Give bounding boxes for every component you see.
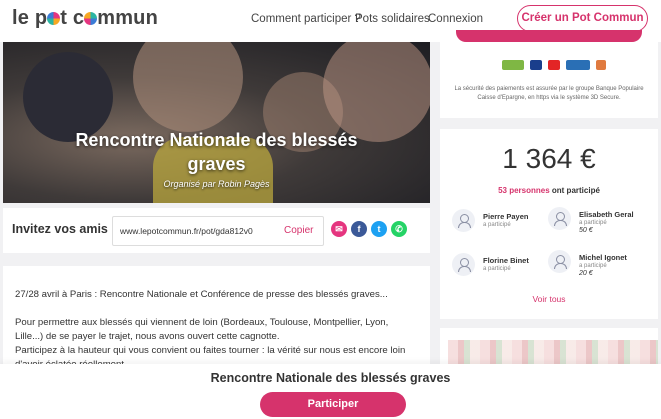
total-amount: 1 364 €: [502, 143, 596, 174]
share-url-text: www.lepotcommun.fr/pot/gda812v0: [120, 226, 253, 236]
participant-item: Michel Igonet a participé 20 €: [548, 250, 648, 280]
hero-figure-shape: [133, 42, 243, 132]
description-paragraph: 27/28 avril à Paris : Rencontre National…: [15, 289, 388, 300]
nav-pots-solidaires[interactable]: Pots solidaires: [355, 13, 430, 25]
hero-banner: Rencontre Nationale des blessés graves O…: [3, 42, 430, 203]
twitter-icon[interactable]: t: [371, 221, 387, 237]
create-pot-button[interactable]: Créer un Pot Commun: [517, 5, 648, 32]
sticky-participate-bar: Rencontre Nationale des blessés graves P…: [0, 364, 661, 419]
participant-item: Pierre Payen a participé: [452, 209, 552, 239]
invite-label: Invitez vos amis: [12, 222, 108, 236]
payment-security-text: La sécurité des paiements est assurée pa…: [454, 86, 644, 101]
participant-item: Elisabeth Geral a participé 50 €: [548, 207, 648, 237]
see-all-link[interactable]: Voir tous: [440, 294, 658, 304]
participant-status: a participé: [483, 222, 511, 228]
pot-description: 27/28 avril à Paris : Rencontre National…: [3, 266, 430, 376]
logo-o-icon: [47, 12, 61, 25]
participant-name: Elisabeth Geral: [579, 210, 634, 219]
user-avatar-icon: [548, 250, 571, 273]
lydia-logo-icon: [502, 60, 524, 70]
facebook-icon[interactable]: f: [351, 221, 367, 237]
email-icon[interactable]: ✉: [331, 221, 347, 237]
participant-status: a participé: [579, 220, 607, 226]
participant-status: a participé: [483, 266, 511, 272]
share-url-field[interactable]: www.lepotcommun.fr/pot/gda812v0 Copier: [112, 216, 324, 246]
participant-name: Pierre Payen: [483, 212, 529, 221]
participant-count-suffix: ont participé: [549, 186, 600, 195]
nav-comment-participer[interactable]: Comment participer ?: [251, 13, 361, 25]
user-avatar-icon: [452, 253, 475, 276]
sticky-pot-title: Rencontre Nationale des blessés graves: [210, 371, 451, 385]
bank-logo-icon: [596, 60, 606, 70]
participant-name: Michel Igonet: [579, 253, 627, 262]
payment-security-card: La sécurité des paiements est assurée pa…: [440, 30, 658, 118]
site-logo[interactable]: le pt c mmun: [12, 7, 158, 30]
payment-logos: [502, 60, 606, 70]
pot-organizer: Organisé par Robin Pagès: [163, 179, 270, 189]
mastercard-logo-icon: [548, 60, 560, 70]
participant-status: a participé: [579, 263, 607, 269]
whatsapp-icon[interactable]: ✆: [391, 221, 407, 237]
participant-amount: 50 €: [579, 227, 593, 234]
decoration-card: [440, 328, 658, 368]
total-card: 1 364 € 53 personnes ont participé Pierr…: [440, 129, 658, 319]
pay-button-edge[interactable]: [456, 30, 642, 42]
pot-title: Rencontre Nationale des blessés graves: [75, 130, 358, 174]
copy-button[interactable]: Copier: [284, 225, 313, 236]
user-avatar-icon: [452, 209, 475, 232]
participant-item: Florine Binet a participé: [452, 253, 552, 283]
participant-name: Florine Binet: [483, 256, 529, 265]
logo-o-icon: [84, 12, 98, 25]
participant-count-number: 53 personnes: [498, 186, 550, 195]
participate-button[interactable]: Participer: [260, 392, 406, 417]
participant-count: 53 personnes ont participé: [440, 186, 658, 195]
nav-connexion[interactable]: Connexion: [428, 13, 483, 25]
participant-amount: 20 €: [579, 270, 593, 277]
description-paragraph: Pour permettre aux blessés qui viennent …: [15, 317, 389, 342]
smoney-logo-icon: [566, 60, 590, 70]
flower-decoration: [448, 340, 658, 364]
visa-logo-icon: [530, 60, 542, 70]
user-avatar-icon: [548, 207, 571, 230]
invite-section: Invitez vos amis www.lepotcommun.fr/pot/…: [3, 208, 430, 253]
